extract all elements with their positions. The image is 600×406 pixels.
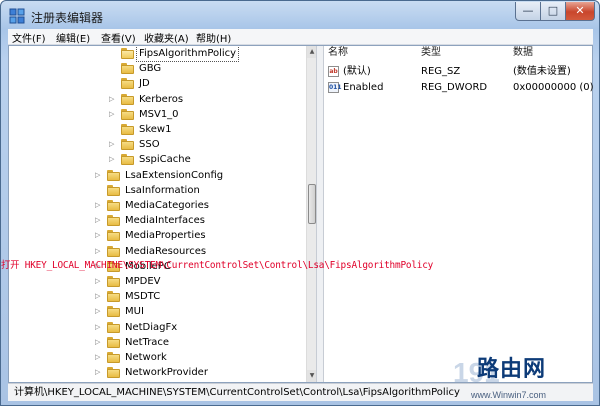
binary-value-icon: 011 bbox=[328, 82, 342, 93]
folder-icon bbox=[121, 108, 134, 120]
folder-icon bbox=[107, 230, 120, 242]
title-bar[interactable]: 注册表编辑器 — □ ✕ bbox=[1, 1, 599, 29]
minimize-button[interactable]: — bbox=[515, 2, 541, 21]
maximize-button[interactable]: □ bbox=[540, 2, 566, 21]
value-name: (默认) bbox=[343, 66, 371, 77]
menu-edit[interactable]: 编辑(E) bbox=[56, 30, 90, 45]
tree-item-label: LsaInformation bbox=[125, 184, 200, 196]
tree-item-label: Kerberos bbox=[139, 93, 184, 105]
tree-item-label: SSO bbox=[139, 139, 160, 151]
column-header-data[interactable]: 数据 bbox=[513, 46, 533, 62]
registry-editor-icon bbox=[9, 8, 25, 24]
tree-item-label: NetDiagFx bbox=[125, 321, 178, 333]
expand-arrow-icon[interactable]: ▷ bbox=[95, 323, 103, 332]
folder-icon bbox=[107, 336, 120, 348]
folder-icon bbox=[121, 124, 134, 135]
folder-icon bbox=[107, 215, 120, 227]
menu-bar: 文件(F) 编辑(E) 查看(V) 收藏夹(A) 帮助(H) bbox=[8, 29, 593, 45]
folder-icon bbox=[107, 245, 120, 257]
string-value-icon: ab bbox=[328, 66, 339, 77]
folder-icon bbox=[121, 78, 134, 90]
tree-item-label: MediaProperties bbox=[125, 230, 206, 242]
column-header-name[interactable]: 名称 bbox=[328, 46, 348, 62]
expand-arrow-icon[interactable]: ▷ bbox=[95, 307, 103, 316]
expand-arrow-icon[interactable]: ▷ bbox=[95, 201, 103, 210]
menu-favorites[interactable]: 收藏夹(A) bbox=[144, 30, 189, 45]
expand-arrow-icon[interactable] bbox=[95, 186, 103, 195]
tree-item-label: MPDEV bbox=[125, 276, 161, 287]
instruction-annotation: 打开 HKEY_LOCAL_MACHINE\SYSTEM\CurrentCont… bbox=[1, 260, 434, 271]
folder-icon bbox=[121, 93, 134, 105]
tree-item-label: MSV1_0 bbox=[139, 108, 179, 120]
tree-vertical-scrollbar[interactable]: ▲ ▼ bbox=[306, 46, 317, 382]
values-list[interactable]: 名称 类型 数据 ab (默认) REG_SZ (数值未设置) 011 Enab… bbox=[324, 46, 594, 382]
expand-arrow-icon[interactable]: ▷ bbox=[109, 95, 117, 104]
list-row[interactable]: 011 Enabled REG_DWORD 0x00000000 (0) bbox=[324, 80, 594, 96]
expand-arrow-icon[interactable]: ▷ bbox=[95, 247, 103, 256]
folder-icon bbox=[107, 352, 120, 363]
close-button[interactable]: ✕ bbox=[565, 2, 595, 21]
tree-item-label: MediaInterfaces bbox=[125, 215, 206, 227]
list-row[interactable]: ab (默认) REG_SZ (数值未设置) bbox=[324, 64, 592, 80]
tree-item-label: JD bbox=[139, 78, 150, 90]
folder-icon bbox=[121, 63, 134, 75]
expand-arrow-icon[interactable]: ▷ bbox=[95, 368, 103, 377]
pane-splitter[interactable] bbox=[316, 46, 324, 382]
folder-icon bbox=[107, 276, 120, 287]
folder-icon bbox=[107, 321, 120, 333]
expand-arrow-icon[interactable]: ▷ bbox=[109, 140, 117, 149]
tree-item-label: MediaCategories bbox=[125, 200, 209, 211]
expand-arrow-icon[interactable] bbox=[109, 79, 117, 88]
tree-item-label: NetTrace bbox=[125, 336, 170, 348]
main-client-area: FipsAlgorithmPolicy GBG JD ▷ Kerberos ▷ MSV1_0… bbox=[8, 45, 594, 383]
tree-item-label: Skew1 bbox=[139, 124, 172, 135]
tree-item-label: MSDTC bbox=[125, 291, 161, 303]
expand-arrow-icon[interactable] bbox=[109, 64, 117, 73]
watermark-site-name: 路由网 bbox=[477, 356, 547, 381]
expand-arrow-icon[interactable]: ▷ bbox=[95, 277, 103, 286]
tree-item-label: NetworkProvider bbox=[125, 367, 208, 379]
value-type: REG_DWORD bbox=[421, 82, 488, 93]
folder-icon bbox=[107, 291, 120, 303]
column-header-type[interactable]: 类型 bbox=[421, 46, 441, 62]
folder-icon bbox=[121, 139, 134, 151]
value-data: 0x00000000 (0) bbox=[513, 82, 594, 93]
expand-arrow-icon[interactable]: ▷ bbox=[95, 353, 103, 362]
expand-arrow-icon[interactable]: ▷ bbox=[109, 155, 117, 164]
menu-view[interactable]: 查看(V) bbox=[101, 30, 136, 45]
registry-key-tree[interactable]: FipsAlgorithmPolicy GBG JD ▷ Kerberos ▷ MSV1_0… bbox=[9, 46, 316, 382]
tree-item-label: FipsAlgorithmPolicy bbox=[135, 46, 240, 62]
expand-arrow-icon[interactable]: ▷ bbox=[95, 231, 103, 240]
expand-arrow-icon[interactable]: ▷ bbox=[95, 338, 103, 347]
tree-item-label: Network bbox=[125, 352, 167, 363]
value-data: (数值未设置) bbox=[513, 66, 571, 77]
folder-icon bbox=[107, 306, 120, 318]
value-name: Enabled bbox=[343, 82, 384, 93]
tree-item-label: LsaExtensionConfig bbox=[125, 169, 224, 181]
value-type: REG_SZ bbox=[421, 66, 461, 77]
folder-icon bbox=[121, 154, 134, 166]
menu-file[interactable]: 文件(F) bbox=[12, 30, 46, 45]
folder-icon bbox=[107, 200, 120, 211]
folder-icon bbox=[121, 48, 134, 59]
watermark-url: www.Winwin7.com bbox=[471, 390, 547, 400]
expand-arrow-icon[interactable]: ▷ bbox=[95, 292, 103, 301]
tree-item-label: MUI bbox=[125, 306, 144, 318]
folder-icon bbox=[107, 184, 120, 196]
expand-arrow-icon[interactable]: ▷ bbox=[95, 171, 103, 180]
menu-help[interactable]: 帮助(H) bbox=[196, 30, 231, 45]
registry-editor-window: 注册表编辑器 — □ ✕ 文件(F) 编辑(E) 查看(V) 收藏夹(A) 帮助… bbox=[0, 0, 600, 406]
tree-item-label: GBG bbox=[139, 63, 162, 75]
folder-icon bbox=[107, 367, 120, 379]
scrollbar-thumb[interactable] bbox=[308, 184, 316, 224]
expand-arrow-icon[interactable]: ▷ bbox=[95, 216, 103, 225]
expand-arrow-icon[interactable] bbox=[109, 125, 117, 134]
window-title: 注册表编辑器 bbox=[31, 11, 104, 25]
tree-item-label: SspiCache bbox=[139, 154, 191, 166]
folder-icon bbox=[107, 169, 120, 181]
expand-arrow-icon[interactable]: ▷ bbox=[109, 110, 117, 119]
expand-arrow-icon[interactable] bbox=[109, 49, 117, 58]
